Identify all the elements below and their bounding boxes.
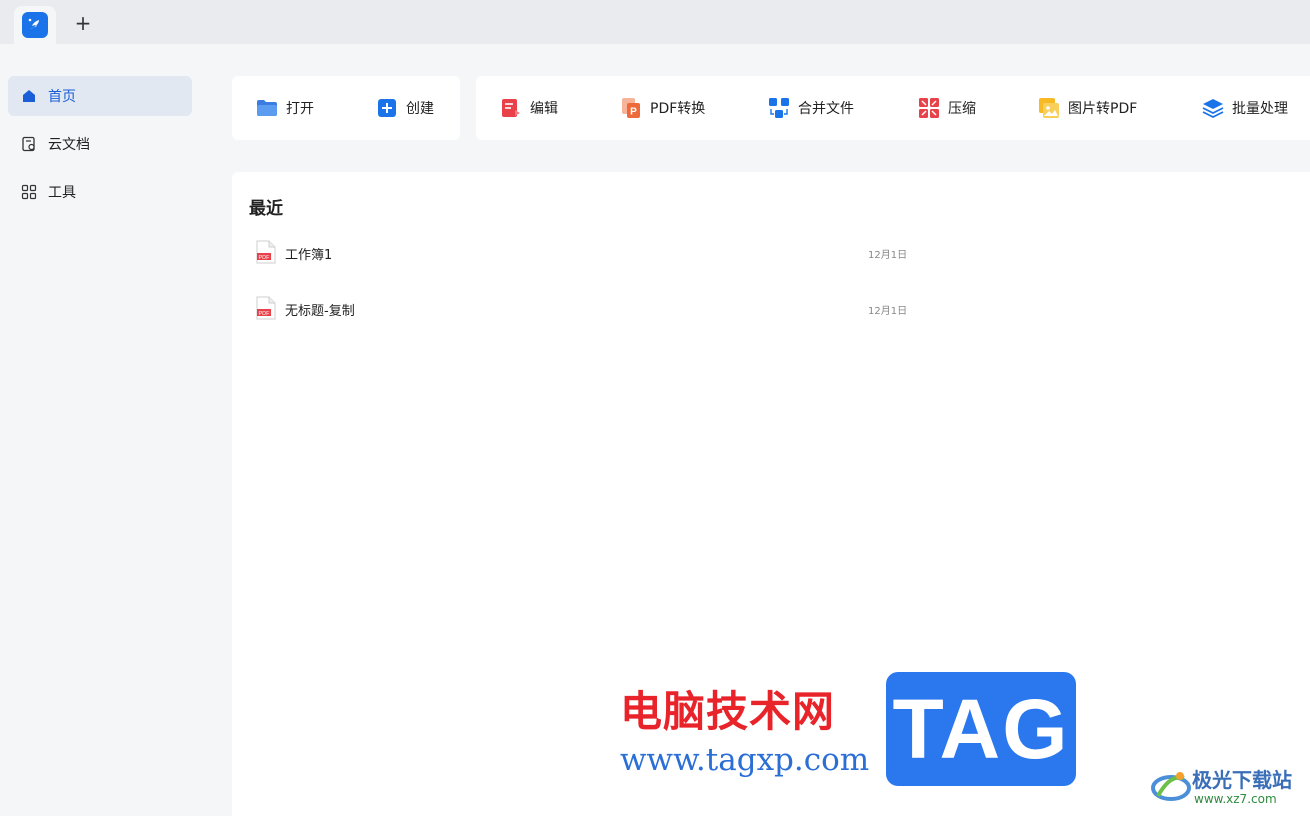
file-name: 工作簿1 xyxy=(285,248,333,263)
app-tab[interactable] xyxy=(14,6,56,44)
file-actions-card: 打开 创建 xyxy=(232,76,460,140)
pdf-convert-button[interactable]: P PDF转换 xyxy=(620,76,705,140)
watermark-url: www.tagxp.com xyxy=(620,742,870,778)
list-item[interactable]: PDF 工作簿1 12月1日 xyxy=(232,230,952,276)
app-logo-icon xyxy=(22,12,48,38)
pdf-convert-label: PDF转换 xyxy=(650,101,706,117)
batch-process-label: 批量处理 xyxy=(1232,101,1288,117)
sidebar-item-home[interactable]: 首页 xyxy=(8,76,192,116)
cloud-doc-icon xyxy=(20,135,38,153)
sidebar-item-label: 首页 xyxy=(48,89,76,105)
list-item[interactable]: PDF 无标题-复制 12月1日 xyxy=(232,286,952,332)
create-label: 创建 xyxy=(406,101,434,117)
edit-label: 编辑 xyxy=(530,101,558,117)
merge-files-label: 合并文件 xyxy=(798,101,854,117)
site-logo-icon xyxy=(1150,766,1192,810)
pdf-file-icon: PDF xyxy=(256,240,276,264)
site-url: www.xz7.com xyxy=(1194,792,1277,806)
tab-bar: + xyxy=(0,0,1310,44)
edit-button[interactable]: 编辑 xyxy=(500,76,558,140)
pdf-convert-icon: P xyxy=(620,97,642,119)
merge-icon xyxy=(768,97,790,119)
image-to-pdf-label: 图片转PDF xyxy=(1068,101,1138,117)
new-tab-button[interactable]: + xyxy=(72,12,94,34)
image-to-pdf-icon xyxy=(1038,97,1060,119)
compress-icon xyxy=(918,97,940,119)
plus-square-icon xyxy=(376,97,398,119)
sidebar-item-label: 云文档 xyxy=(48,137,90,153)
tools-grid-icon xyxy=(20,183,38,201)
merge-files-button[interactable]: 合并文件 xyxy=(768,76,854,140)
create-button[interactable]: 创建 xyxy=(376,76,434,140)
open-label: 打开 xyxy=(286,101,314,117)
site-name: 极光下载站 xyxy=(1192,768,1292,792)
svg-text:PDF: PDF xyxy=(259,255,271,261)
sidebar-item-cloud-docs[interactable]: 云文档 xyxy=(8,124,192,164)
open-button[interactable]: 打开 xyxy=(256,76,314,140)
edit-doc-icon xyxy=(500,97,522,119)
image-to-pdf-button[interactable]: 图片转PDF xyxy=(1038,76,1137,140)
compress-label: 压缩 xyxy=(948,101,976,117)
watermark-site-logo: 极光下载站 www.xz7.com xyxy=(1150,762,1306,808)
sidebar: 首页 云文档 工具 xyxy=(0,44,200,816)
file-date: 12月1日 xyxy=(868,306,908,317)
folder-icon xyxy=(256,97,278,119)
recent-title: 最近 xyxy=(249,199,283,219)
svg-text:P: P xyxy=(630,107,637,118)
watermark-tag-logo: TAG xyxy=(886,672,1076,786)
file-date: 12月1日 xyxy=(868,250,908,261)
sidebar-item-tools[interactable]: 工具 xyxy=(8,172,192,212)
compress-button[interactable]: 压缩 xyxy=(918,76,976,140)
tools-card: 编辑 P PDF转换 合并文件 压缩 图片转PDF 批量处理 xyxy=(476,76,1310,140)
file-name: 无标题-复制 xyxy=(285,304,355,319)
pdf-file-icon: PDF xyxy=(256,296,276,320)
layers-icon xyxy=(1202,97,1224,119)
watermark-text: 电脑技术网 xyxy=(620,687,836,736)
sidebar-item-label: 工具 xyxy=(48,185,76,201)
batch-process-button[interactable]: 批量处理 xyxy=(1202,76,1288,140)
svg-text:PDF: PDF xyxy=(259,311,271,317)
home-icon xyxy=(20,87,38,105)
